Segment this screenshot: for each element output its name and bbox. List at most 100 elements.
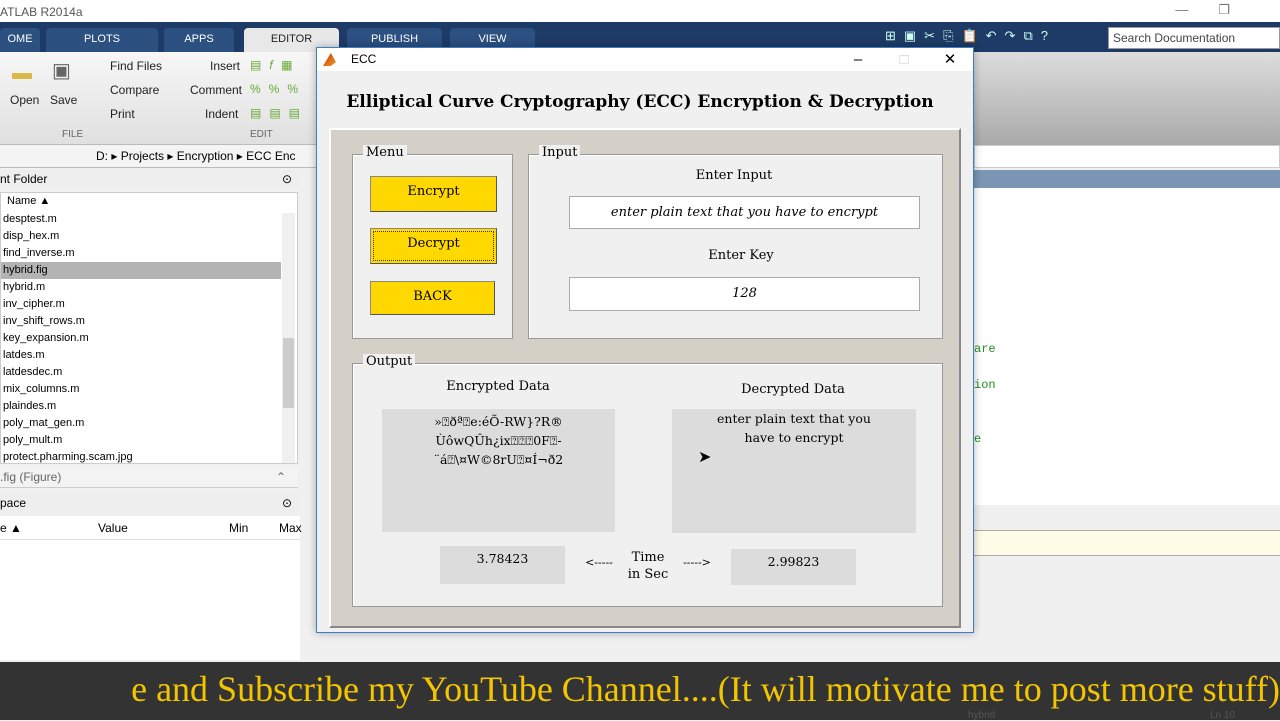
- time-label: Time in Sec: [623, 549, 673, 583]
- search-documentation-input[interactable]: Search Documentation: [1108, 27, 1280, 49]
- current-folder-header: nt Folder ⊙: [0, 170, 298, 188]
- breadcrumb-projects[interactable]: Projects: [121, 149, 164, 163]
- compare-button[interactable]: Compare: [110, 83, 159, 97]
- details-panel[interactable]: .fig (Figure) ⌃: [0, 466, 298, 488]
- decrypted-data-output: enter plain text that you have to encryp…: [672, 409, 916, 533]
- comment-button[interactable]: Comment: [190, 83, 242, 97]
- name-column-header[interactable]: Name ▲: [7, 193, 287, 210]
- output-group-label: Output: [363, 354, 416, 369]
- status-bar: hybrid Ln 10: [960, 710, 1280, 721]
- command-window[interactable]: [974, 530, 1280, 556]
- col-name[interactable]: e ▲: [0, 521, 22, 535]
- file-item[interactable]: protect.pharming.scam.jpg: [3, 449, 283, 466]
- file-section-label: FILE: [62, 129, 84, 140]
- tab-apps[interactable]: APPS: [164, 28, 234, 52]
- tab-home[interactable]: OME: [0, 28, 40, 52]
- file-item[interactable]: inv_shift_rows.m: [3, 313, 283, 330]
- edit-icons[interactable]: ▤𝑓▦: [250, 58, 300, 73]
- file-item[interactable]: plaindes.m: [3, 398, 283, 415]
- ecc-window-title: ECC: [351, 52, 377, 66]
- status-line: Ln 10: [1210, 710, 1236, 721]
- file-item[interactable]: hybrid.fig: [1, 262, 281, 279]
- minimize-icon[interactable]: –: [835, 49, 881, 68]
- encrypt-time-value: 3.78423: [440, 546, 565, 584]
- ecc-titlebar: ECC – □ ✕: [317, 48, 973, 71]
- input-group-label: Input: [539, 145, 581, 160]
- save-button[interactable]: Save: [50, 93, 77, 107]
- comment-icons[interactable]: %%%: [250, 82, 306, 96]
- plaintext-input[interactable]: enter plain text that you have to encryp…: [569, 196, 920, 229]
- file-item[interactable]: latdes.m: [3, 347, 283, 364]
- arrow-right: ----->: [683, 556, 711, 569]
- workspace-columns: e ▲ Value Min Max: [0, 516, 302, 540]
- file-list: Name ▲ desptest.m disp_hex.m find_inverse.…: [0, 192, 298, 464]
- encrypted-line: ÙôwQÛh¿ix⍰⍰⍰0F⍰-: [435, 433, 562, 448]
- tab-plots[interactable]: PLOTS: [46, 28, 158, 52]
- breadcrumb-d[interactable]: D:: [96, 149, 108, 163]
- ribbon-background: [974, 52, 1280, 145]
- quick-access-toolbar[interactable]: ⊞▣✂⎘📋↶↷⧉?: [885, 28, 1056, 44]
- address-bar[interactable]: D: ▸ Projects ▸ Encryption ▸ ECC Enc: [0, 145, 316, 168]
- file-item[interactable]: mix_columns.m: [3, 381, 283, 398]
- panel-title: nt Folder: [0, 172, 48, 186]
- file-item[interactable]: hybrid.m: [3, 279, 283, 296]
- col-min[interactable]: Min: [229, 521, 248, 535]
- file-item[interactable]: inv_cipher.m: [3, 296, 283, 313]
- code-fragment: are: [974, 342, 996, 356]
- code-fragment: e: [974, 432, 982, 446]
- panel-menu-icon[interactable]: ⊙: [282, 172, 292, 186]
- encrypt-button[interactable]: Encrypt: [370, 176, 497, 212]
- panel-menu-icon[interactable]: ⊙: [282, 496, 292, 510]
- mouse-cursor-icon: ➤: [698, 449, 712, 466]
- menu-group-label: Menu: [363, 145, 407, 160]
- file-item[interactable]: disp_hex.m: [3, 228, 283, 245]
- workspace-header: pace ⊙: [0, 494, 298, 512]
- col-max[interactable]: Max: [279, 521, 302, 535]
- insert-button[interactable]: Insert: [210, 59, 240, 73]
- file-item[interactable]: desptest.m: [3, 211, 283, 228]
- enter-key-label: Enter Key: [708, 248, 774, 263]
- scrollbar[interactable]: [282, 213, 295, 463]
- open-folder-icon: ▬: [12, 62, 32, 84]
- file-item[interactable]: latdesdec.m: [3, 364, 283, 381]
- encrypted-line: »⍰ðª⍰e:éÕ-RW}?R®: [434, 414, 563, 429]
- col-value[interactable]: Value: [98, 521, 128, 535]
- main-panel: Menu Encrypt Decrypt BACK Input Enter In…: [329, 128, 961, 628]
- window-controls[interactable]: —❐: [1175, 2, 1260, 18]
- menu-group: Menu Encrypt Decrypt BACK: [352, 145, 513, 339]
- input-group: Input Enter Input enter plain text that …: [528, 145, 943, 339]
- details-text: .fig (Figure): [0, 470, 62, 484]
- breadcrumb-ecc[interactable]: ECC Enc: [246, 149, 295, 163]
- editor-header: [974, 170, 1280, 188]
- close-icon[interactable]: ✕: [927, 48, 973, 68]
- find-files-button[interactable]: Find Files: [110, 59, 162, 73]
- page-title: Elliptical Curve Cryptography (ECC) Encr…: [346, 92, 934, 112]
- time-label-2: in Sec: [627, 567, 669, 582]
- status-file: hybrid: [968, 710, 996, 721]
- indent-button[interactable]: Indent: [205, 107, 238, 121]
- file-item[interactable]: poly_mat_gen.m: [3, 415, 283, 432]
- decrypt-button[interactable]: Decrypt: [370, 228, 497, 264]
- maximize-icon[interactable]: □: [881, 49, 927, 68]
- enter-input-label: Enter Input: [695, 168, 773, 183]
- back-button[interactable]: BACK: [370, 281, 495, 315]
- indent-icons[interactable]: ▤▤▤: [250, 106, 308, 120]
- breadcrumb-encryption[interactable]: Encryption: [177, 149, 234, 163]
- address-bar-right: [974, 145, 1280, 168]
- workspace-body: [0, 540, 300, 660]
- file-item[interactable]: key_expansion.m: [3, 330, 283, 347]
- editor-pane[interactable]: [974, 170, 1280, 505]
- decrypted-data-label: Decrypted Data: [741, 382, 845, 397]
- ecc-window: ECC – □ ✕ Elliptical Curve Cryptography (E…: [316, 47, 974, 633]
- collapse-icon[interactable]: ⌃: [276, 470, 286, 484]
- edit-section-label: EDIT: [250, 129, 273, 140]
- file-item[interactable]: poly_mult.m: [3, 432, 283, 449]
- encrypted-line: ¨á⍰\¤W©8rU⍰¤Í¬ð2: [433, 452, 564, 467]
- code-fragment: ion: [974, 378, 996, 392]
- print-button[interactable]: Print: [110, 107, 135, 121]
- open-button[interactable]: Open: [10, 93, 39, 107]
- file-item[interactable]: find_inverse.m: [3, 245, 283, 262]
- key-input[interactable]: 128: [569, 277, 920, 311]
- encrypted-data-label: Encrypted Data: [446, 379, 550, 394]
- output-group: Output Encrypted Data »⍰ðª⍰e:éÕ-RW}?R® Ù…: [352, 354, 943, 607]
